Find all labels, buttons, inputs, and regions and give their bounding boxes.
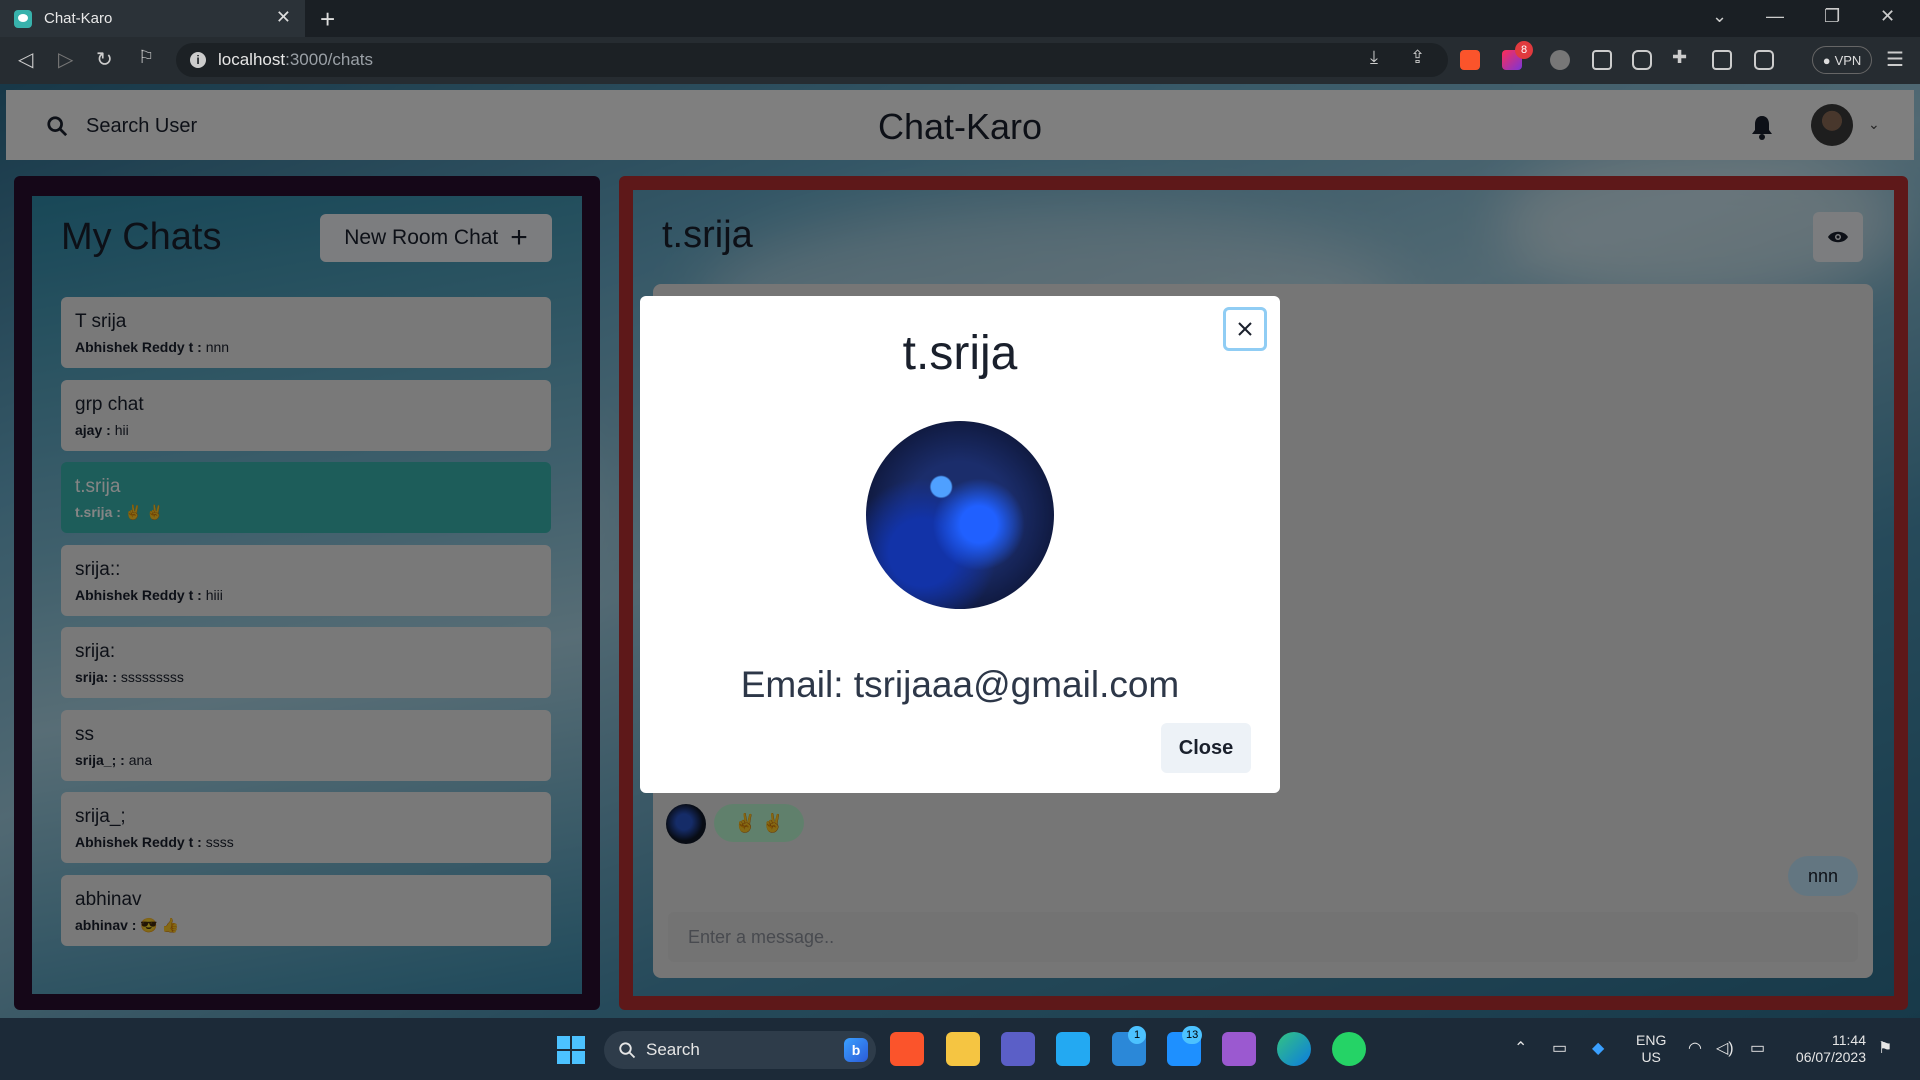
video-editor-icon[interactable] — [1222, 1032, 1256, 1066]
share-icon[interactable]: ⇪ — [1410, 47, 1425, 68]
clock-date: 06/07/2023 — [1795, 1049, 1866, 1065]
tray-security-icon[interactable]: ◆ — [1592, 1038, 1604, 1058]
windows-taskbar: Search b 1 13 ⌃ ▭ ◆ ENG US ◠ ◁) ▭ 11:44 … — [0, 1018, 1920, 1080]
tab-close-icon[interactable]: ✕ — [276, 7, 291, 28]
extension-icon-2[interactable] — [1592, 50, 1612, 70]
tab-search-chevron-icon[interactable]: ⌄ — [1712, 6, 1727, 27]
system-clock[interactable]: 11:44 06/07/2023 — [1786, 1032, 1866, 1066]
extensions-puzzle-icon[interactable]: ✚ — [1672, 47, 1687, 68]
taskbar-search[interactable]: Search b — [604, 1031, 876, 1069]
brave-shield-icon[interactable] — [1460, 50, 1480, 70]
brave-browser-icon[interactable] — [890, 1032, 924, 1066]
battery-icon[interactable]: ▭ — [1750, 1038, 1765, 1058]
lang-line1: ENG — [1636, 1032, 1667, 1048]
url-host: localhost — [218, 50, 286, 69]
wallet-icon[interactable] — [1754, 50, 1774, 70]
window-close-icon[interactable]: ✕ — [1880, 6, 1895, 27]
bing-icon[interactable]: b — [844, 1038, 868, 1062]
url-field[interactable]: i localhost:3000/chats — [176, 43, 1448, 77]
edge-icon[interactable] — [1277, 1032, 1311, 1066]
url-path: :3000/chats — [285, 50, 374, 69]
vscode-icon[interactable] — [1056, 1032, 1090, 1066]
volume-icon[interactable]: ◁) — [1716, 1038, 1734, 1058]
whatsapp-icon[interactable] — [1332, 1032, 1366, 1066]
extension-icon-1[interactable] — [1550, 50, 1570, 70]
modal-close-x-button[interactable] — [1223, 307, 1267, 351]
clock-time: 11:44 — [1832, 1032, 1866, 1048]
site-info-icon[interactable]: i — [190, 52, 206, 68]
browser-menu-icon[interactable]: ☰ — [1886, 47, 1904, 72]
teams-icon[interactable] — [1001, 1032, 1035, 1066]
profile-email: Email: tsrijaaa@gmail.com — [740, 664, 1180, 705]
app-page: Search User Chat-Karo ⌄ My Chats New Roo… — [0, 84, 1920, 1018]
bookmark-icon[interactable]: ⚐ — [138, 47, 154, 68]
vpn-button[interactable]: ● VPN — [1812, 46, 1872, 74]
file-explorer-icon[interactable] — [946, 1032, 980, 1066]
rewards-badge: 8 — [1515, 41, 1533, 59]
tray-display-icon[interactable]: ▭ — [1552, 1038, 1567, 1058]
search-icon — [619, 1042, 636, 1059]
minimize-icon[interactable]: — — [1766, 6, 1784, 27]
new-tab-icon[interactable]: + — [320, 4, 335, 35]
vpn-label: VPN — [1834, 52, 1862, 68]
back-icon[interactable]: ◁ — [18, 47, 33, 72]
taskbar-search-label: Search — [646, 1040, 700, 1059]
tray-chevron-up-icon[interactable]: ⌃ — [1514, 1038, 1527, 1058]
browser-tab[interactable]: Chat-Karo ✕ — [0, 0, 305, 37]
todo-badge: 1 — [1128, 1026, 1146, 1044]
tab-title: Chat-Karo — [44, 10, 113, 27]
language-indicator[interactable]: ENG US — [1636, 1032, 1666, 1066]
windows-start-icon[interactable] — [557, 1036, 585, 1064]
notifications-icon[interactable]: ⚑ — [1878, 1038, 1892, 1058]
restore-icon[interactable]: ❐ — [1824, 6, 1840, 27]
profile-modal: t.srija Email: tsrijaaa@gmail.com Close — [640, 296, 1280, 793]
browser-tabstrip: Chat-Karo ✕ + ⌄ — ❐ ✕ — [0, 0, 1920, 37]
reload-icon[interactable]: ↻ — [96, 47, 113, 72]
chat-app-favicon-icon — [14, 9, 32, 28]
wifi-icon[interactable]: ◠ — [1688, 1038, 1702, 1058]
forward-icon[interactable]: ▷ — [58, 47, 73, 72]
download-icon[interactable]: ⤓ — [1370, 47, 1378, 68]
lang-line2: US — [1641, 1049, 1661, 1065]
close-icon — [1238, 322, 1252, 336]
extension-icon-3[interactable] — [1632, 50, 1652, 70]
modal-close-button[interactable]: Close — [1161, 723, 1251, 773]
sidebar-toggle-icon[interactable] — [1712, 50, 1732, 70]
modal-title: t.srija — [902, 327, 1018, 380]
mail-badge: 13 — [1182, 1026, 1203, 1044]
profile-picture — [866, 421, 1054, 609]
address-bar-row: ◁ ▷ ↻ ⚐ i localhost:3000/chats ⤓ ⇪ 8 ✚ ●… — [0, 37, 1920, 84]
